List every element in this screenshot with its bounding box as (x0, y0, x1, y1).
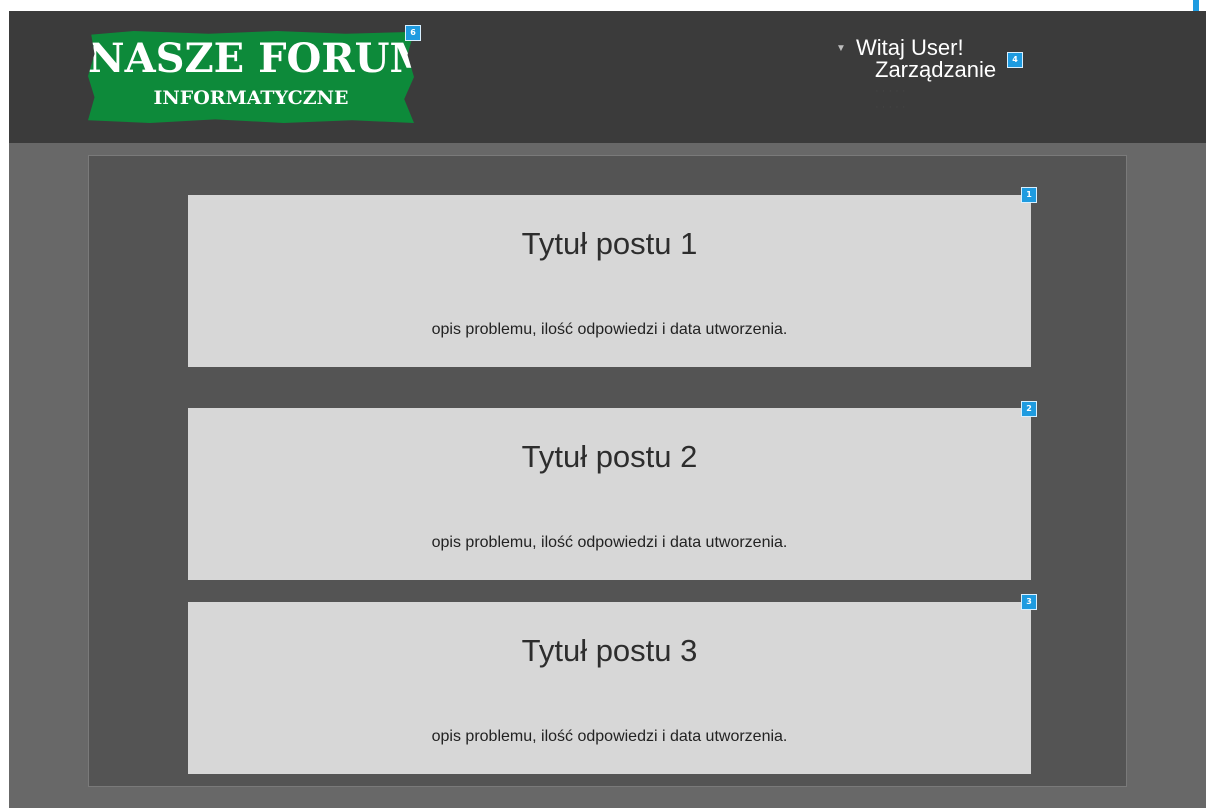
posts-container: Tytuł postu 1 opis problemu, ilość odpow… (88, 155, 1127, 787)
post-card[interactable]: Tytuł postu 1 opis problemu, ilość odpow… (188, 195, 1031, 367)
forum-logo[interactable]: NASZE FORUM INFORMATYCZNE (88, 31, 414, 123)
logo-main-text: NASZE FORUM (88, 35, 434, 82)
post-card[interactable]: Tytuł postu 3 opis problemu, ilość odpow… (188, 602, 1031, 774)
marker-logo: 6 (405, 25, 421, 41)
post-title[interactable]: Tytuł postu 2 (188, 438, 1031, 476)
marker-post-1: 1 (1021, 187, 1037, 203)
marker-user-menu: 4 (1007, 52, 1023, 68)
post-description: opis problemu, ilość odpowiedzi i data u… (431, 534, 788, 551)
post-title[interactable]: Tytuł postu 1 (188, 225, 1031, 263)
forum-app: NASZE FORUM INFORMATYCZNE 6 ▼ Witaj User… (9, 11, 1206, 808)
post-description: opis problemu, ilość odpowiedzi i data u… (431, 728, 788, 745)
caret-down-icon[interactable]: ▼ (836, 44, 846, 54)
user-menu[interactable]: ▼ Witaj User! Zarządzanie · · · · · · · … (835, 35, 1055, 125)
menu-item-manage[interactable]: Zarządzanie (875, 57, 996, 82)
post-card[interactable]: Tytuł postu 2 opis problemu, ilość odpow… (188, 408, 1031, 580)
logo-sub-text: INFORMATYCZNE (153, 87, 349, 109)
menu-item-faint-2: · · · · · (875, 101, 906, 113)
menu-item-faint-1: · · · · · (875, 85, 906, 97)
marker-post-3: 3 (1021, 594, 1037, 610)
header: NASZE FORUM INFORMATYCZNE 6 ▼ Witaj User… (9, 11, 1206, 143)
post-title[interactable]: Tytuł postu 3 (188, 632, 1031, 670)
post-description: opis problemu, ilość odpowiedzi i data u… (431, 321, 788, 338)
marker-post-2: 2 (1021, 401, 1037, 417)
